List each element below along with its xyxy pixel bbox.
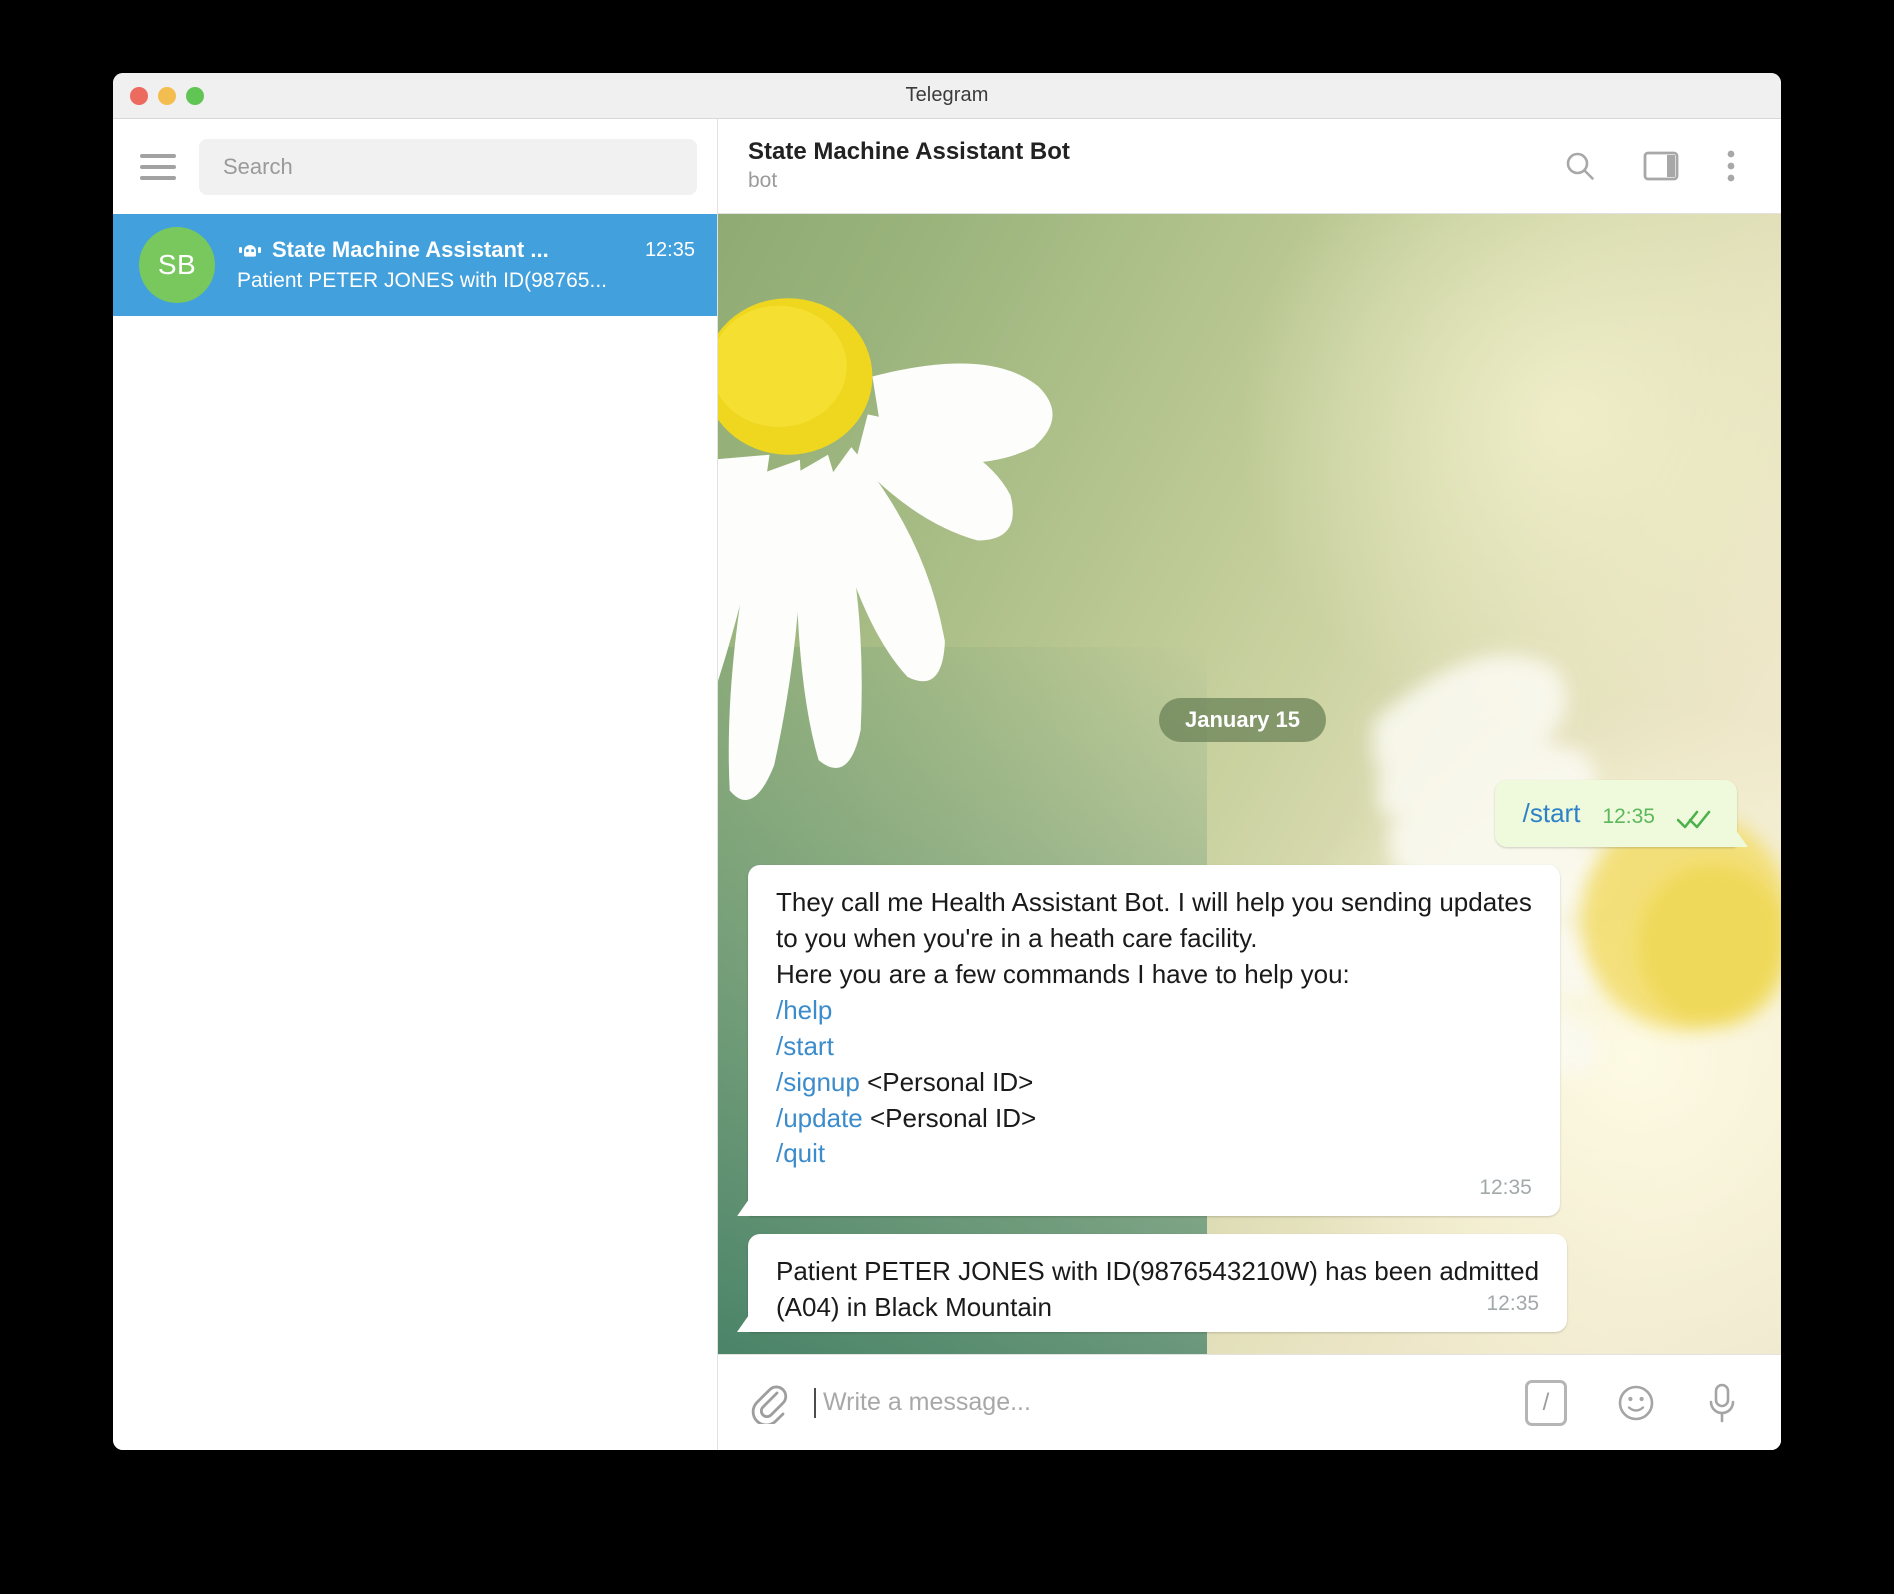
message-row-incoming-help: They call me Health Assistant Bot. I wil… [748,865,1737,1217]
patient-line-1: Patient PETER JONES with ID(9876543210W)… [776,1256,1540,1287]
date-divider-wrap: January 15 [748,698,1737,743]
message-scroll[interactable]: January 15 /start 12:35 They call me Hea… [718,214,1781,1354]
search-icon[interactable] [1563,149,1597,183]
smiley-icon[interactable] [1615,1382,1657,1424]
message-row-incoming-patient: Patient PETER JONES with ID(9876543210W)… [748,1234,1737,1332]
text-cursor [814,1387,816,1418]
message-time-help: 12:35 [1479,1176,1532,1200]
chat-header-actions [1563,149,1737,183]
telegram-window: Telegram Search SB State Machine Assista… [113,73,1781,1450]
help-line-1: They call me Health Assistant Bot. I wil… [776,887,1532,918]
command-link-update[interactable]: /update [776,1103,863,1133]
help-command-update: /update <Personal ID> [776,1101,1532,1137]
command-arg-update: <Personal ID> [862,1102,1037,1133]
hamburger-icon[interactable] [137,151,179,183]
message-bubble-incoming-help[interactable]: They call me Health Assistant Bot. I wil… [748,865,1560,1217]
command-arg-signup: <Personal ID> [859,1066,1034,1097]
message-time: 12:35 [1602,805,1655,829]
help-command-start: /start [776,1029,1532,1065]
chat-item-meta: State Machine Assistant ... 12:35 Patien… [237,237,695,293]
help-line-2: to you when you're in a heath care facil… [776,923,1258,954]
help-command-help: /help [776,993,1532,1029]
message-row-outgoing: /start 12:35 [748,780,1737,848]
message-text-help: They call me Health Assistant Bot. I wil… [776,885,1532,1172]
chat-header-titles: State Machine Assistant Bot bot [748,137,1563,194]
help-command-quit: /quit [776,1136,1532,1172]
message-input[interactable]: Write a message... [814,1387,1499,1418]
chat-item-preview: Patient PETER JONES with ID(98765... [237,269,607,292]
composer-actions: / [1525,1379,1739,1426]
chat-header: State Machine Assistant Bot bot [718,119,1781,214]
chat-list: SB State Machine Assistant ... 12:35 Pat… [113,214,717,1450]
command-link-signup[interactable]: /signup [776,1067,860,1097]
chat-panel: State Machine Assistant Bot bot January … [718,119,1781,1450]
chat-item-time: 12:35 [644,238,695,261]
command-button[interactable]: / [1525,1379,1567,1426]
more-vertical-icon[interactable] [1725,149,1737,183]
window-titlebar: Telegram [113,73,1781,119]
bot-icon [237,240,263,260]
help-line-3: Here you are a few commands I have to he… [776,959,1350,989]
chat-item-name: State Machine Assistant ... [272,237,549,262]
command-link-help[interactable]: /help [776,995,832,1025]
search-placeholder: Search [223,153,293,179]
command-link-start[interactable]: /start [1523,798,1581,829]
search-input[interactable]: Search [199,138,697,195]
chat-subtitle: bot [748,169,778,193]
avatar: SB [139,227,215,303]
double-check-icon [1677,809,1711,829]
command-link-quit[interactable]: /quit [776,1138,825,1168]
command-link-start-2[interactable]: /start [776,1031,834,1061]
microphone-icon[interactable] [1705,1381,1739,1425]
help-command-signup: /signup <Personal ID> [776,1065,1532,1101]
chat-title: State Machine Assistant Bot [748,138,1070,166]
window-title: Telegram [905,84,989,106]
window-body: Search SB State Machine Assistant ... 12… [113,119,1781,1450]
paperclip-icon[interactable] [750,1382,788,1424]
split-panel-icon[interactable] [1643,150,1679,182]
chat-item-top-row: State Machine Assistant ... 12:35 [237,237,695,263]
message-bubble-outgoing[interactable]: /start 12:35 [1494,780,1737,848]
sidebar-toolbar: Search [113,119,717,214]
chat-list-item-state-machine-assistant[interactable]: SB State Machine Assistant ... 12:35 Pat… [113,214,717,316]
message-composer: Write a message... / [718,1354,1781,1450]
message-bubble-incoming-patient[interactable]: Patient PETER JONES with ID(9876543210W)… [748,1234,1568,1332]
message-input-placeholder: Write a message... [823,1388,1031,1416]
date-divider: January 15 [1159,698,1326,743]
sidebar: Search SB State Machine Assistant ... 12… [113,119,718,1450]
outgoing-line: /start 12:35 [1523,798,1711,829]
message-area: January 15 /start 12:35 They call me Hea… [718,214,1781,1354]
